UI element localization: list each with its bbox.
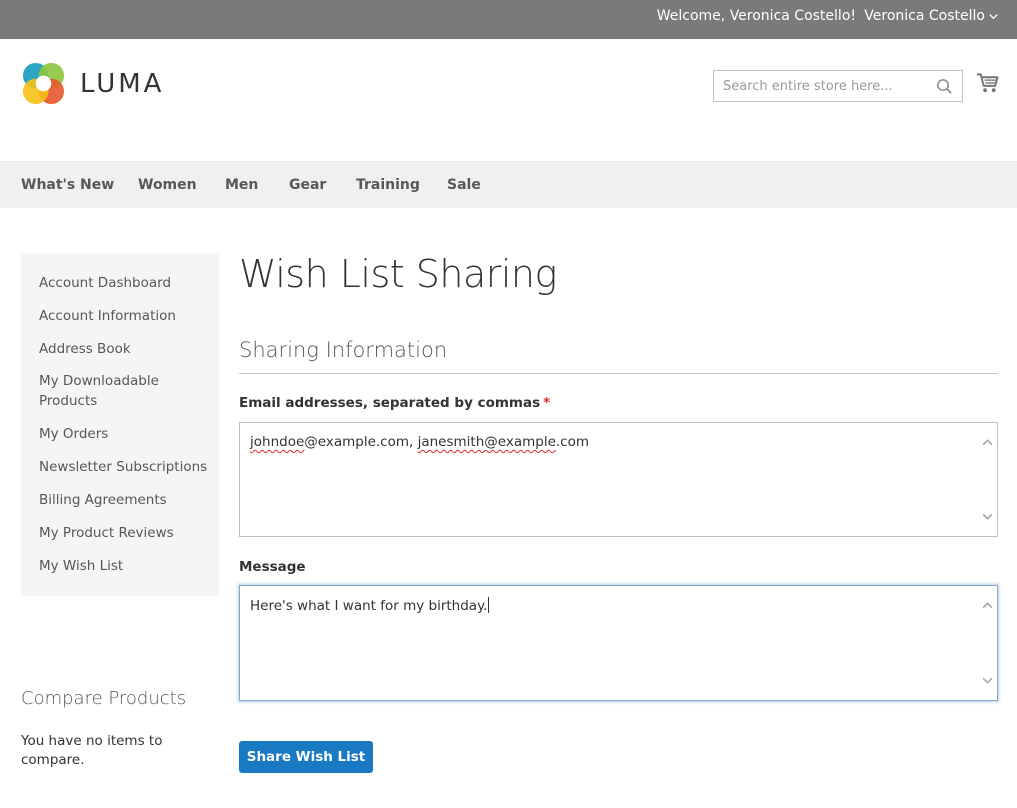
main-navigation: What's New Women Men Gear Training Sale [0,161,1017,208]
email-addresses-value: johndoe@example.com, janesmith@example.c… [250,434,589,450]
account-sidebar: Account Dashboard Account Information Ad… [21,253,219,596]
message-value: Here's what I want for my birthday. [250,597,490,614]
message-textarea[interactable]: Here's what I want for my birthday. [239,585,998,701]
nav-men[interactable]: Men [225,177,258,193]
search-input[interactable] [714,71,962,101]
nav-women[interactable]: Women [138,177,197,193]
share-wish-list-button[interactable]: Share Wish List [239,741,373,773]
cart-icon[interactable] [976,72,999,94]
compare-products-empty-text: You have no items to compare. [21,733,163,768]
scroll-up-icon[interactable] [981,599,994,612]
sidebar-item-my-orders[interactable]: My Orders [39,424,209,444]
account-name: Veronica Costello [864,8,985,24]
scroll-down-icon[interactable] [981,510,994,523]
logo-link[interactable]: LUMA [21,61,164,106]
message-field-label: Message [239,559,306,575]
sidebar-item-product-reviews[interactable]: My Product Reviews [39,523,209,543]
top-bar: Welcome, Veronica Costello! Veronica Cos… [0,0,1017,39]
chevron-down-icon [989,13,998,19]
sidebar-item-address-book[interactable]: Address Book [39,339,209,359]
logo-text: LUMA [80,68,165,99]
scroll-up-icon[interactable] [981,436,994,449]
sidebar-item-my-wish-list[interactable]: My Wish List [39,556,209,576]
nav-training[interactable]: Training [356,177,420,193]
luma-logo-icon [22,62,65,105]
section-divider [239,373,998,374]
welcome-message: Welcome, Veronica Costello! [656,8,856,24]
search-box [713,70,963,102]
scroll-down-icon[interactable] [981,674,994,687]
page-title: Wish List Sharing [239,252,557,296]
email-field-label: Email addresses, separated by commas * [239,395,550,411]
search-icon[interactable] [936,78,953,95]
sidebar-item-account-dashboard[interactable]: Account Dashboard [39,273,209,293]
text-caret [488,597,490,613]
email-addresses-textarea[interactable]: johndoe@example.com, janesmith@example.c… [239,422,998,537]
email-label-text: Email addresses, separated by commas [239,395,541,411]
sidebar-item-billing-agreements[interactable]: Billing Agreements [39,490,209,510]
sidebar-item-downloadable-products[interactable]: My Downloadable Products [39,371,179,411]
section-title: Sharing Information [239,338,448,362]
account-menu-toggle[interactable]: Veronica Costello [864,8,999,24]
sidebar-item-newsletter-subscriptions[interactable]: Newsletter Subscriptions [39,457,209,477]
required-marker: * [543,395,551,411]
sidebar-item-account-information[interactable]: Account Information [39,306,209,326]
nav-gear[interactable]: Gear [289,177,326,193]
compare-products-title: Compare Products [21,688,187,709]
nav-whats-new[interactable]: What's New [21,177,114,193]
nav-sale[interactable]: Sale [447,177,481,193]
